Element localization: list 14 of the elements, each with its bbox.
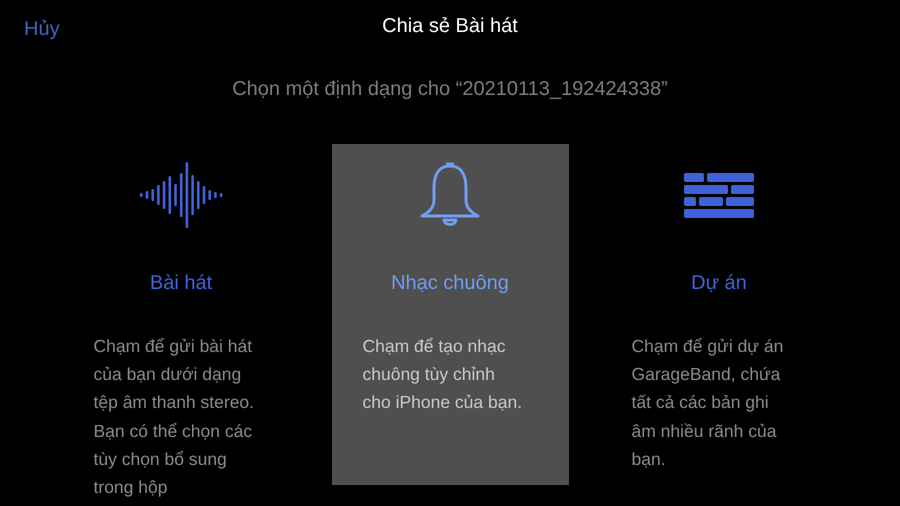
waveform-icon: [138, 161, 224, 229]
format-option-card[interactable]: Bài hát Chạm để gửi bài hát của bạn dưới dạng tệp âm thanh stereo. Bạn có thể chọn các tùy chọn bổ sung trong hộp: [62, 144, 300, 502]
window-title: Chia sẻ Bài hát: [382, 14, 518, 39]
option-title: Dự án: [691, 271, 747, 296]
format-prompt: Chọn một định dạng cho “20210113_192424338”: [232, 77, 668, 102]
option-description: Chạm để gửi bài hát của bạn dưới dạng tệp âm thanh stereo. Bạn có thể chọn các tùy chọn bổ sung trong hộp: [94, 335, 256, 500]
option-title: Nhạc chuông: [391, 271, 509, 296]
option-title: Bài hát: [150, 271, 212, 296]
format-option-card[interactable]: Nhạc chuông Chạm để tạo nhạc chuông tùy chỉnh cho iPhone của bạn.: [332, 144, 568, 485]
bricks-icon: [684, 172, 754, 218]
format-option-card[interactable]: Dự án Chạm để gửi dự án GarageBand, chứa tất cả các bản ghi âm nhiều rãnh của bạn.: [600, 144, 838, 474]
option-description: Chạm để gửi dự án GarageBand, chứa tất cả các bản ghi âm nhiều rãnh của bạn.: [632, 335, 784, 471]
option-description: Chạm để tạo nhạc chuông tùy chỉnh cho iPhone của bạn.: [362, 335, 524, 414]
cancel-button[interactable]: Hủy: [24, 14, 60, 44]
